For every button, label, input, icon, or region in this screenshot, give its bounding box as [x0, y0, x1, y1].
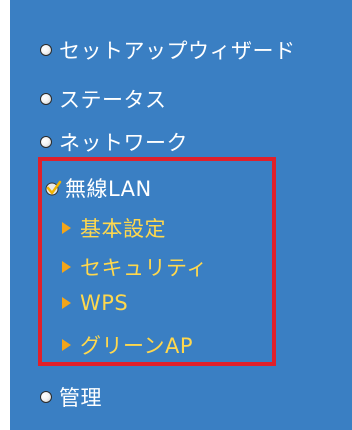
triangle-arrow-icon — [62, 261, 71, 273]
radio-bullet-icon — [40, 93, 52, 105]
menu-item-admin[interactable]: 管理 — [40, 382, 102, 412]
triangle-arrow-icon — [62, 339, 71, 351]
radio-bullet-icon — [40, 136, 52, 148]
submenu-item-label: 基本設定 — [80, 217, 166, 241]
menu-item-network[interactable]: ネットワーク — [40, 127, 188, 157]
navigation-panel: セットアップウィザード ステータス ネットワーク 無線LAN 基本設定 セキュリ… — [10, 0, 352, 430]
submenu-item-basic-settings[interactable]: 基本設定 — [62, 213, 166, 243]
submenu-item-security[interactable]: セキュリティ — [62, 252, 208, 282]
radio-bullet-icon — [40, 391, 52, 403]
triangle-arrow-icon — [62, 297, 71, 309]
menu-item-label: ステータス — [59, 88, 167, 112]
menu-item-wireless-lan[interactable]: 無線LAN — [44, 173, 152, 203]
submenu-item-wps[interactable]: WPS — [62, 291, 128, 315]
submenu-item-label: グリーンAP — [80, 334, 193, 358]
radio-bullet-icon — [40, 44, 52, 56]
triangle-arrow-icon — [62, 222, 71, 234]
menu-item-label: セットアップウィザード — [59, 39, 296, 63]
menu-item-label: ネットワーク — [59, 131, 188, 155]
menu-item-setup-wizard[interactable]: セットアップウィザード — [40, 35, 296, 65]
menu-item-status[interactable]: ステータス — [40, 84, 167, 114]
menu-item-label: 管理 — [59, 386, 102, 410]
submenu-item-green-ap[interactable]: グリーンAP — [62, 330, 193, 360]
menu-item-label: 無線LAN — [65, 177, 152, 201]
submenu-item-label: WPS — [80, 291, 129, 315]
checkmark-icon — [45, 180, 62, 196]
submenu-item-label: セキュリティ — [80, 256, 208, 280]
